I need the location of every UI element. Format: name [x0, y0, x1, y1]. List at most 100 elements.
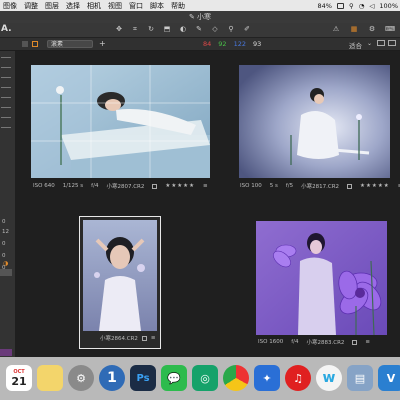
green-value: 92	[218, 40, 227, 48]
image-browser: ISO 640 1/125 s f/4 小寒2807.CR2 ★★★★★ ≡ I…	[16, 51, 400, 357]
panel-row[interactable]	[1, 67, 11, 68]
fit-label[interactable]: 适合	[349, 40, 362, 50]
photo3-image	[83, 220, 157, 331]
battery-pct: 84%	[317, 1, 332, 10]
filename: 小寒2883.CR2	[306, 340, 345, 346]
panel-row[interactable]	[1, 77, 11, 78]
thumbnail-photo3[interactable]: 小寒2864.CR2 ≡	[79, 216, 161, 349]
rotate-icon[interactable]: ↻	[145, 25, 157, 34]
panel-row[interactable]	[1, 117, 11, 118]
thumbnail-photo2[interactable]	[239, 65, 390, 178]
menu-bar: 图像 调整 图层 选择 相机 视图 窗口 脚本 帮助 84% ⚲ ◔ ◁ 100…	[0, 0, 400, 11]
photo3-meta: 小寒2864.CR2 ≡	[100, 334, 156, 342]
toolbar-right: ⚠ ▦ ⚙ ⌨	[330, 25, 396, 34]
wifi-icon[interactable]: ◔	[359, 2, 365, 10]
notes-app-icon[interactable]	[37, 365, 63, 391]
photoshop-app-icon[interactable]: Ps	[130, 365, 156, 391]
menu-select[interactable]: 选择	[66, 1, 80, 11]
histogram-icon[interactable]: ▦	[348, 25, 360, 34]
brush-icon[interactable]: ✎	[193, 25, 205, 34]
panel-swatch[interactable]	[0, 349, 12, 356]
chevron-down-icon[interactable]: ⌄	[367, 40, 372, 47]
star-rating[interactable]: ★★★★★	[165, 183, 195, 189]
grid-view-icon[interactable]	[377, 40, 385, 46]
preview-app-icon[interactable]: ▤	[347, 365, 373, 391]
thumbnail-view-icon[interactable]	[32, 41, 38, 47]
app-logo: A.	[1, 24, 12, 34]
wc-app-icon[interactable]: w	[316, 365, 342, 391]
menu-scripts[interactable]: 脚本	[150, 1, 164, 11]
shutter: 5 s	[269, 183, 278, 189]
thumbnail-photo1[interactable]	[31, 65, 210, 178]
chrome-app-icon[interactable]	[223, 365, 249, 391]
photo4-meta: ISO 1600 f/4 小寒2883.CR2 ≡	[258, 338, 370, 346]
photo1-image	[31, 65, 210, 178]
aperture: f/4	[91, 183, 99, 189]
menu-window[interactable]: 窗口	[129, 1, 143, 11]
warning-icon[interactable]: ⚠	[330, 25, 342, 34]
gear-icon[interactable]: ⚙	[366, 25, 378, 34]
calendar-app-icon[interactable]: OCT 21	[6, 365, 32, 391]
text-icon[interactable]: ✐	[241, 25, 253, 34]
iso: ISO 100	[240, 183, 262, 189]
panel-row[interactable]	[1, 127, 11, 128]
menu-icon[interactable]: ≡	[203, 183, 208, 189]
menu-help[interactable]: 帮助	[171, 1, 185, 11]
select-checkbox[interactable]	[152, 183, 158, 189]
main-toolbar: A. ✥ ⌗ ↻ ⬒ ◐ ✎ ◇ ⚲ ✐ ⚠ ▦ ⚙ ⌨	[0, 23, 400, 38]
iso: ISO 640	[33, 183, 55, 189]
panel-value: 0	[2, 241, 6, 247]
tool-group: ✥ ⌗ ↻ ⬒ ◐ ✎ ◇ ⚲ ✐	[113, 25, 253, 34]
volume-icon[interactable]: ◁	[369, 2, 374, 10]
menu-icon[interactable]: ≡	[151, 335, 156, 341]
select-checkbox[interactable]	[352, 339, 358, 345]
panel-row[interactable]	[1, 97, 11, 98]
browser-bar: 滚素 + 84 92 122 93 适合 ⌄	[0, 38, 400, 51]
panel-row[interactable]	[1, 87, 11, 88]
pin-app-icon[interactable]: ✦	[254, 365, 280, 391]
netease-music-icon[interactable]: ♫	[285, 365, 311, 391]
star-rating[interactable]: ★★★★★	[360, 183, 390, 189]
left-tool-panel: ◑ 0 12 0 0 0	[0, 51, 16, 357]
system-preferences-icon[interactable]: ⚙	[68, 365, 94, 391]
keyboard-icon[interactable]: ⌨	[384, 25, 396, 34]
keystone-icon[interactable]: ⬒	[161, 25, 173, 34]
filename: 小寒2864.CR2	[100, 336, 138, 342]
crop-icon[interactable]: ⌗	[129, 25, 141, 34]
photo2-image	[239, 65, 390, 178]
menu-view[interactable]: 视图	[108, 1, 122, 11]
green-app-icon[interactable]: ◎	[192, 365, 218, 391]
wechat-app-icon[interactable]: 💬	[161, 365, 187, 391]
panel-value: 0	[2, 219, 6, 225]
menu-camera[interactable]: 相机	[87, 1, 101, 11]
add-button[interactable]: +	[99, 39, 106, 48]
document-icon: ✎	[188, 13, 195, 21]
aperture: f/5	[285, 183, 294, 189]
sv-app-icon[interactable]: V	[378, 365, 400, 391]
panel-value: 0	[2, 253, 6, 259]
photo2-meta: ISO 100 5 s f/5 小寒2817.CR2 ★★★★★ ≡	[240, 182, 400, 190]
1password-app-icon[interactable]: 1	[99, 365, 125, 391]
window-title: ✎ 小寒	[188, 13, 212, 21]
filmstrip-view-icon[interactable]	[388, 40, 396, 46]
mask-icon[interactable]: ◐	[177, 25, 189, 34]
eraser-icon[interactable]: ◇	[209, 25, 221, 34]
photo4-image	[256, 221, 387, 336]
select-checkbox[interactable]	[141, 335, 147, 341]
menu-image[interactable]: 图像	[3, 1, 17, 11]
menu-icon[interactable]: ≡	[365, 339, 370, 345]
panel-row[interactable]	[1, 107, 11, 108]
status-pct: 100%	[379, 1, 398, 10]
collection-select[interactable]: 滚素	[47, 40, 93, 48]
zoom-icon[interactable]: ⚲	[349, 2, 354, 10]
hand-icon[interactable]: ✥	[113, 25, 125, 34]
menu-adjust[interactable]: 调整	[24, 1, 38, 11]
eyedropper-icon[interactable]: ⚲	[225, 25, 237, 34]
panel-row[interactable]	[1, 57, 11, 58]
list-view-icon[interactable]	[22, 41, 28, 47]
thumbnail-photo4[interactable]	[256, 221, 387, 336]
battery-icon[interactable]	[336, 2, 344, 9]
select-checkbox[interactable]	[347, 183, 353, 189]
panel-slider[interactable]	[0, 269, 12, 276]
menu-layers[interactable]: 图层	[45, 1, 59, 11]
